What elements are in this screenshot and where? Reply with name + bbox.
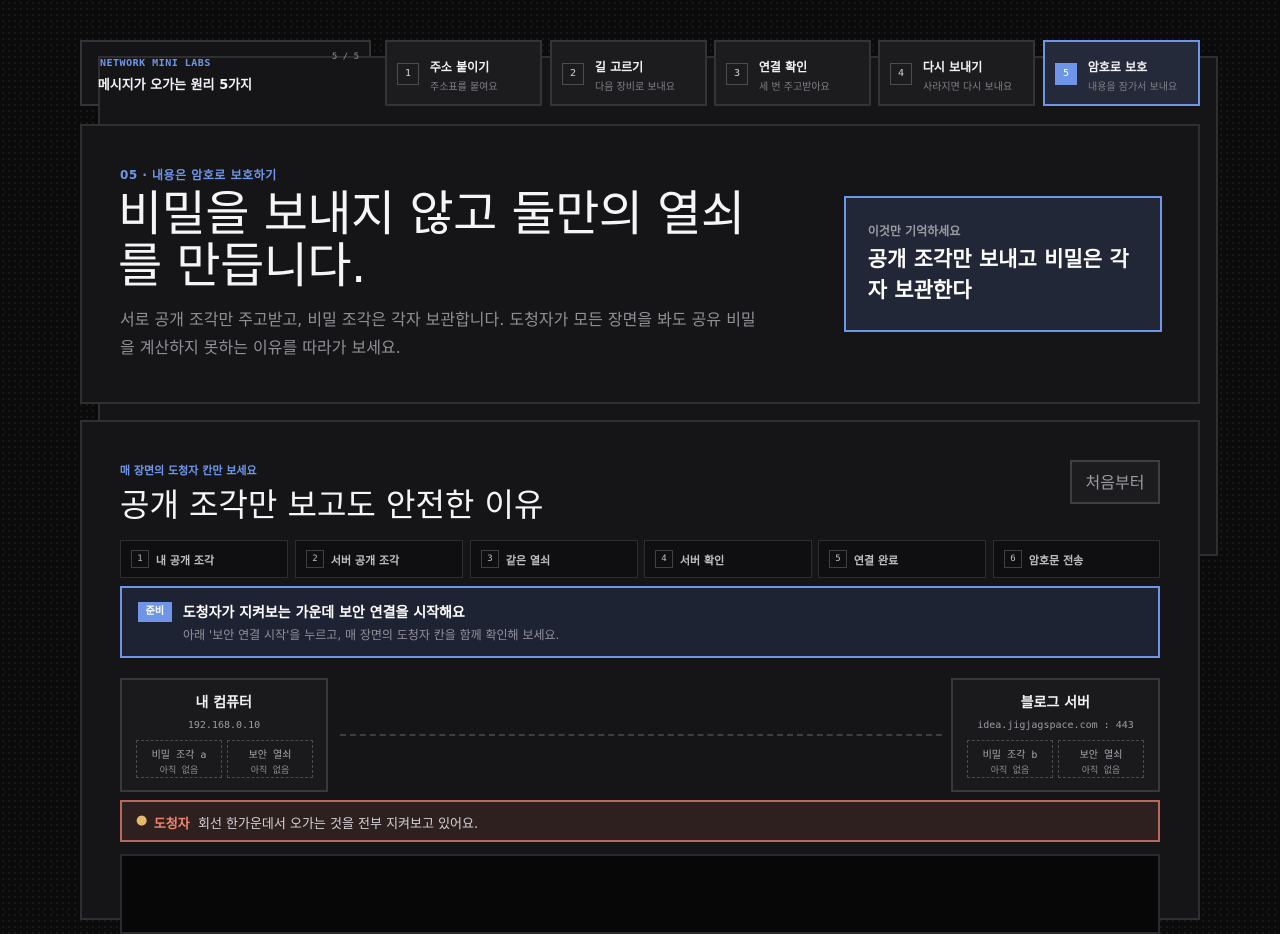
hero-kicker: 05 · 내용은 암호로 보호하기 xyxy=(120,168,277,182)
detective-icon: ● xyxy=(136,813,148,828)
scene-label: 같은 열쇠 xyxy=(506,554,551,567)
step-desc: 다음 장비로 보내요 xyxy=(595,82,675,93)
scene-number: 1 xyxy=(131,550,149,568)
slot-key: 보안 열쇠 xyxy=(1079,750,1123,761)
client-secret-slot: 비밀 조각 a 아직 없음 xyxy=(136,740,222,778)
hero-description: 서로 공개 조각만 주고받고, 비밀 조각은 각자 보관합니다. 도청자가 모든… xyxy=(120,310,756,357)
step-number: 5 xyxy=(1055,63,1077,85)
slot-key: 비밀 조각 a xyxy=(151,750,207,761)
scene-label: 서버 확인 xyxy=(680,554,725,567)
server-address: idea.jigjagspace.com : 443 xyxy=(977,720,1134,731)
scene-tab-3[interactable]: 3 같은 열쇠 xyxy=(470,540,638,578)
slot-value: 아직 없음 xyxy=(1081,766,1121,776)
remember-text: 공개 조각만 보내고 비밀은 각자 보관한다 xyxy=(868,247,1130,302)
client-address: 192.168.0.10 xyxy=(187,720,261,731)
server-node: 블로그 서버 idea.jigjagspace.com : 443 비밀 조각 … xyxy=(951,678,1160,792)
step-number: 4 xyxy=(890,63,912,85)
step-nav-4[interactable]: 4 다시 보내기 사라지면 다시 보내요 xyxy=(878,40,1035,106)
page-counter: 5 / 5 xyxy=(331,52,359,62)
lab-kicker: 매 장면의 도청자 칸만 보세요 xyxy=(120,464,257,477)
scene-number: 6 xyxy=(1004,550,1022,568)
scene-tab-2[interactable]: 2 서버 공개 조각 xyxy=(295,540,463,578)
step-number: 2 xyxy=(562,63,584,85)
slot-value: 아직 없음 xyxy=(159,766,199,776)
network-wire xyxy=(340,734,942,736)
scene-tab-6[interactable]: 6 암호문 전송 xyxy=(993,540,1160,578)
server-name: 블로그 서버 xyxy=(1020,695,1091,711)
remember-callout: 이것만 기억하세요 공개 조각만 보내고 비밀은 각자 보관한다 xyxy=(844,196,1162,332)
slot-key: 보안 열쇠 xyxy=(248,750,292,761)
server-secret-slot: 비밀 조각 b 아직 없음 xyxy=(967,740,1053,778)
step-desc: 세 번 주고받아요 xyxy=(759,82,830,93)
scene-number: 3 xyxy=(481,550,499,568)
status-hint: 아래 '보안 연결 시작'을 누르고, 매 장면의 도청자 칸을 함께 확인해 … xyxy=(183,628,560,642)
step-nav-2[interactable]: 2 길 고르기 다음 장비로 보내요 xyxy=(550,40,707,106)
step-title: 주소 붙이기 xyxy=(430,60,490,74)
log-terminal xyxy=(120,854,1160,934)
status-title: 도청자가 지켜보는 가운데 보안 연결을 시작해요 xyxy=(183,605,465,621)
status-panel: 준비 도청자가 지켜보는 가운데 보안 연결을 시작해요 아래 '보안 연결 시… xyxy=(120,586,1160,658)
scene-number: 5 xyxy=(829,550,847,568)
slot-value: 아직 없음 xyxy=(990,766,1030,776)
lab-section: 매 장면의 도청자 칸만 보세요 공개 조각만 보고도 안전한 이유 처음부터 … xyxy=(80,420,1200,934)
lab-title: 공개 조각만 보고도 안전한 이유 xyxy=(120,486,544,524)
step-desc: 사라지면 다시 보내요 xyxy=(923,82,1013,93)
scene-tab-1[interactable]: 1 내 공개 조각 xyxy=(120,540,288,578)
slot-value: 아직 없음 xyxy=(250,766,290,776)
scene-label: 내 공개 조각 xyxy=(156,554,215,567)
step-title: 암호로 보호 xyxy=(1088,60,1148,74)
step-desc: 주소표를 붙여요 xyxy=(430,82,498,93)
hero-section: 05 · 내용은 암호로 보호하기 비밀을 보내지 않고 둘만의 열쇠를 만듭니… xyxy=(80,124,1200,404)
scene-number: 2 xyxy=(306,550,324,568)
remember-label: 이것만 기억하세요 xyxy=(868,224,961,238)
client-name: 내 컴퓨터 xyxy=(195,695,253,711)
client-key-slot: 보안 열쇠 아직 없음 xyxy=(227,740,313,778)
scene-label: 서버 공개 조각 xyxy=(331,554,400,567)
step-number: 3 xyxy=(726,63,748,85)
scene-number: 4 xyxy=(655,550,673,568)
step-desc: 내용을 잠가서 보내요 xyxy=(1088,82,1178,93)
eavesdropper-message: 회선 한가운데서 오가는 것을 전부 지켜보고 있어요. xyxy=(198,817,479,832)
scene-tab-5[interactable]: 5 연결 완료 xyxy=(818,540,986,578)
scene-label: 암호문 전송 xyxy=(1029,554,1084,567)
server-key-slot: 보안 열쇠 아직 없음 xyxy=(1058,740,1144,778)
slot-key: 비밀 조각 b xyxy=(982,750,1038,761)
step-title: 연결 확인 xyxy=(759,60,808,74)
eavesdropper-label: 도청자 xyxy=(154,817,190,832)
reset-button[interactable]: 처음부터 xyxy=(1070,460,1160,504)
brand-subtitle: 메시지가 오가는 원리 5가지 xyxy=(98,78,253,93)
status-badge: 준비 xyxy=(138,602,172,622)
step-nav-1[interactable]: 1 주소 붙이기 주소표를 붙여요 xyxy=(385,40,542,106)
scene-label: 연결 완료 xyxy=(854,554,899,567)
step-nav-5[interactable]: 5 암호로 보호 내용을 잠가서 보내요 xyxy=(1043,40,1200,106)
scene-tab-4[interactable]: 4 서버 확인 xyxy=(644,540,812,578)
step-number: 1 xyxy=(397,63,419,85)
step-title: 길 고르기 xyxy=(595,60,644,74)
step-nav-3[interactable]: 3 연결 확인 세 번 주고받아요 xyxy=(714,40,871,106)
step-title: 다시 보내기 xyxy=(923,60,983,74)
brand-card: NETWORK MINI LABS 5 / 5 메시지가 오가는 원리 5가지 xyxy=(80,40,1218,556)
client-node: 내 컴퓨터 192.168.0.10 비밀 조각 a 아직 없음 보안 열쇠 아… xyxy=(120,678,328,792)
hero-title: 비밀을 보내지 않고 둘만의 열쇠를 만듭니다. xyxy=(118,186,745,294)
eavesdropper-panel: ● 도청자 회선 한가운데서 오가는 것을 전부 지켜보고 있어요. xyxy=(120,800,1160,842)
